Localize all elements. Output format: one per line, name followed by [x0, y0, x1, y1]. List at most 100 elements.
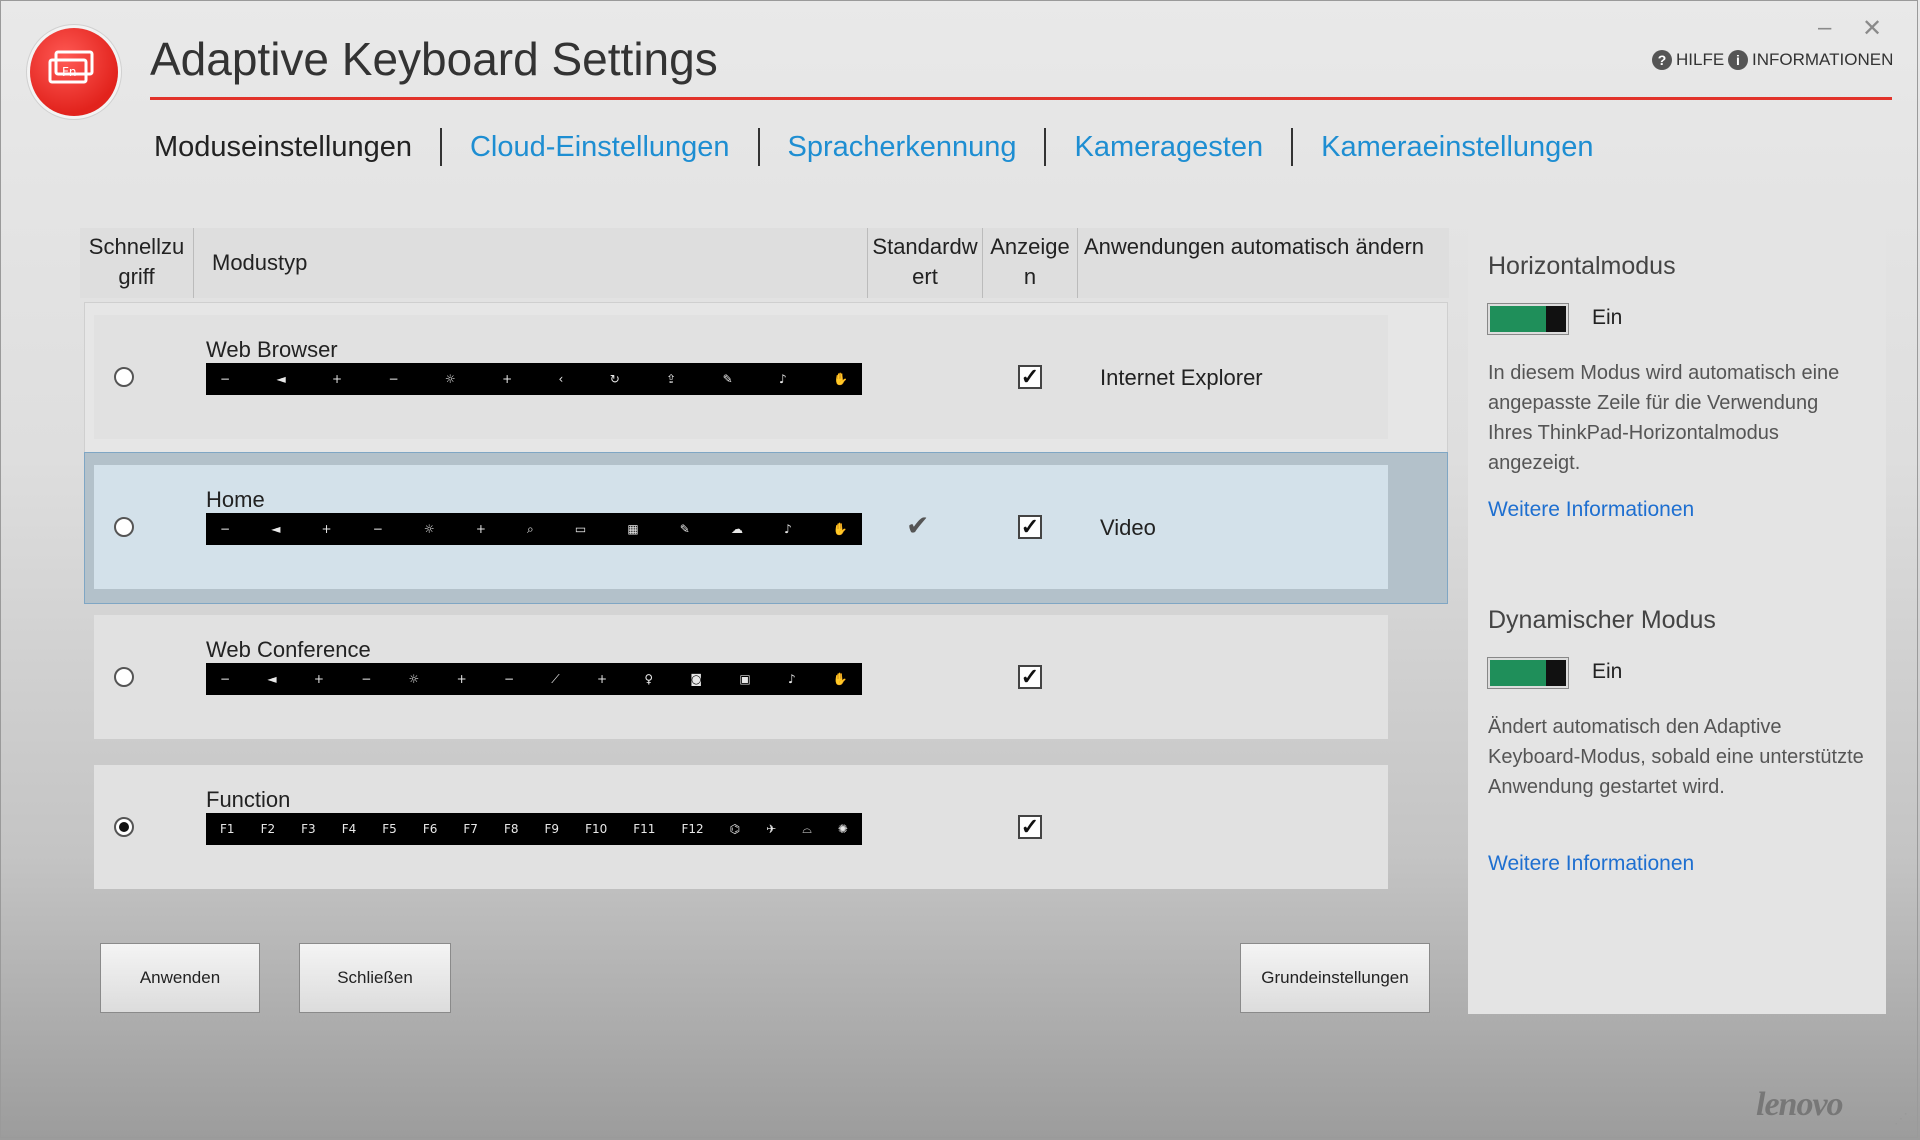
minimize-button[interactable]: –: [1818, 14, 1831, 42]
keyboard-key-icon: ✎: [679, 522, 690, 536]
horizontal-mode-toggle[interactable]: [1488, 304, 1568, 334]
tab-separator: [1044, 128, 1047, 166]
keyboard-key-icon: ▦: [627, 522, 639, 536]
header-show: Anzeigen: [983, 228, 1078, 298]
dynamic-mode-toggle-label: Ein: [1592, 660, 1623, 683]
keyboard-key-icon: +: [502, 372, 513, 386]
close-window-button[interactable]: ✕: [1862, 14, 1882, 43]
keyboard-key-icon: ✎: [722, 372, 733, 386]
info-icon: i: [1728, 50, 1748, 70]
auto-app-name: Video: [1100, 515, 1156, 540]
quick-access-radio[interactable]: [114, 817, 134, 837]
keyboard-key-icon: ✺: [837, 822, 848, 836]
keyboard-key-icon: F4: [341, 822, 357, 836]
header-quick-access: Schnellzugriff: [80, 228, 194, 298]
mode-row-function[interactable]: Function F1 F2 F3 F4 F5 F6 F7 F8 F9 F10 F11 F12 ⌬ ✈ ⌓ ✺…: [94, 765, 1388, 889]
mode-name: Web Conference: [206, 637, 371, 662]
keyboard-key-icon: ◄: [267, 672, 277, 686]
dynamic-mode-title: Dynamischer Modus: [1488, 606, 1716, 634]
keyboard-preview: − ◄ + − ☼ + ‹ ↻ ⇪ ✎ ♪ ✋: [206, 363, 862, 395]
tab-separator: [1291, 128, 1294, 166]
defaults-button[interactable]: Grundeinstellungen: [1240, 943, 1430, 1013]
keyboard-key-icon: F5: [382, 822, 397, 836]
tab-separator: [757, 128, 760, 166]
tab-camera-settings[interactable]: Kameraeinstellungen: [1321, 131, 1593, 164]
quick-access-radio[interactable]: [114, 667, 134, 687]
dynamic-mode-toggle[interactable]: [1488, 658, 1568, 688]
keyboard-key-icon: +: [456, 672, 467, 686]
info-label: INFORMATIONEN: [1752, 50, 1894, 69]
keyboard-key-icon: ☼: [444, 372, 456, 386]
keyboard-key-icon: −: [220, 522, 231, 536]
keyboard-preview: − ◄ + − ☼ + ⌕ ▭ ▦ ✎ ☁ ♪ ✋: [206, 513, 862, 545]
help-label: HILFE: [1676, 50, 1725, 69]
svg-text:Fn: Fn: [62, 65, 77, 79]
keyboard-key-icon: ✋: [832, 522, 848, 536]
keyboard-key-icon: F6: [422, 822, 438, 836]
help-link[interactable]: ? HILFE: [1652, 50, 1724, 70]
keyboard-key-icon: ♀: [644, 672, 654, 686]
horizontal-more-info-link[interactable]: Weitere Informationen: [1488, 498, 1694, 522]
mode-row-web-conference[interactable]: Web Conference − ◄ + − ☼ + − ⟋ + ♀ ◙ ▣ ♪ ✋ ✓: [94, 615, 1388, 739]
keyboard-key-icon: F9: [544, 822, 560, 836]
keyboard-key-icon: −: [388, 372, 399, 386]
side-panel: Horizontalmodus Ein In diesem Modus wird…: [1468, 228, 1886, 1014]
keyboard-preview: F1 F2 F3 F4 F5 F6 F7 F8 F9 F10 F11 F12 ⌬ ✈ ⌓ ✺: [206, 813, 862, 845]
keyboard-key-icon: ✋: [832, 672, 848, 686]
tab-camera-gestures[interactable]: Kameragesten: [1074, 131, 1263, 164]
mode-name: Home: [206, 487, 265, 512]
mode-row-home[interactable]: Home − ◄ + − ☼ + ⌕ ▭ ▦ ✎ ☁ ♪ ✋ ✔ ✓ Video: [94, 465, 1388, 589]
keyboard-key-icon: ☁: [730, 522, 743, 536]
mode-name: Function: [206, 787, 291, 812]
horizontal-mode-description: In diesem Modus wird automatisch eine an…: [1488, 362, 1840, 474]
header-auto-apps: Anwendungen automatisch ändern: [1084, 234, 1425, 259]
keyboard-key-icon: ⌓: [802, 821, 812, 836]
keyboard-key-icon: ▣: [739, 672, 751, 686]
tab-mode-settings[interactable]: Moduseinstellungen: [154, 131, 412, 164]
keyboard-key-icon: ↻: [609, 372, 620, 386]
lenovo-logo: lenovo: [1756, 1086, 1844, 1123]
tab-voice-recognition[interactable]: Spracherkennung: [788, 131, 1017, 164]
apply-button[interactable]: Anwenden: [100, 943, 260, 1013]
keyboard-key-icon: ♪: [787, 672, 796, 686]
keyboard-preview: − ◄ + − ☼ + − ⟋ + ♀ ◙ ▣ ♪ ✋: [206, 663, 862, 695]
keyboard-key-icon: F1: [220, 822, 235, 836]
keyboard-key-icon: −: [220, 672, 231, 686]
keyboard-key-icon: −: [220, 372, 231, 386]
tab-cloud-settings[interactable]: Cloud-Einstellungen: [470, 131, 730, 164]
keyboard-key-icon: ◄: [276, 372, 286, 386]
resize-grip-icon[interactable]: ⋰: [1894, 1110, 1908, 1127]
keyboard-key-icon: ☼: [423, 522, 435, 536]
keyboard-key-icon: −: [361, 672, 372, 686]
close-button[interactable]: Schließen: [299, 943, 451, 1013]
keyboard-key-icon: ▭: [574, 522, 587, 536]
keyboard-key-icon: +: [332, 372, 343, 386]
keyboard-key-icon: ✋: [833, 372, 848, 386]
keyboard-key-icon: ⌕: [527, 521, 534, 536]
quick-access-radio[interactable]: [114, 367, 134, 387]
mode-table-header: Schnellzugriff Modustyp Standardwert Anz…: [80, 228, 1449, 298]
keyboard-key-icon: +: [313, 672, 324, 686]
keyboard-key-icon: ⟋: [551, 671, 560, 686]
keyboard-key-icon: F7: [463, 822, 478, 836]
keyboard-key-icon: ☼: [408, 672, 420, 686]
quick-access-radio[interactable]: [114, 517, 134, 537]
mode-row-web-browser[interactable]: Web Browser − ◄ + − ☼ + ‹ ↻ ⇪ ✎ ♪ ✋ ✓ Internet Expl…: [94, 315, 1388, 439]
default-check-icon: ✔: [906, 510, 930, 541]
keyboard-key-icon: ✈: [766, 822, 777, 836]
keyboard-key-icon: ♪: [779, 372, 787, 386]
dynamic-more-info-link[interactable]: Weitere Informationen: [1488, 852, 1694, 876]
dynamic-mode-description: Ändert automatisch den Adaptive Keyboard…: [1488, 716, 1864, 798]
auto-app-name: Internet Explorer: [1100, 365, 1263, 390]
show-checkbox[interactable]: ✓: [1018, 665, 1042, 689]
info-link[interactable]: i INFORMATIONEN: [1728, 50, 1893, 70]
keyboard-key-icon: ◄: [271, 522, 281, 536]
keyboard-key-icon: F2: [260, 822, 276, 836]
keyboard-key-icon: ‹: [558, 372, 564, 386]
show-checkbox[interactable]: ✓: [1018, 515, 1042, 539]
show-checkbox[interactable]: ✓: [1018, 365, 1042, 389]
keyboard-key-icon: F10: [585, 822, 608, 836]
app-logo-icon: Fn: [30, 28, 118, 116]
keyboard-key-icon: ⌬: [729, 822, 741, 836]
show-checkbox[interactable]: ✓: [1018, 815, 1042, 839]
